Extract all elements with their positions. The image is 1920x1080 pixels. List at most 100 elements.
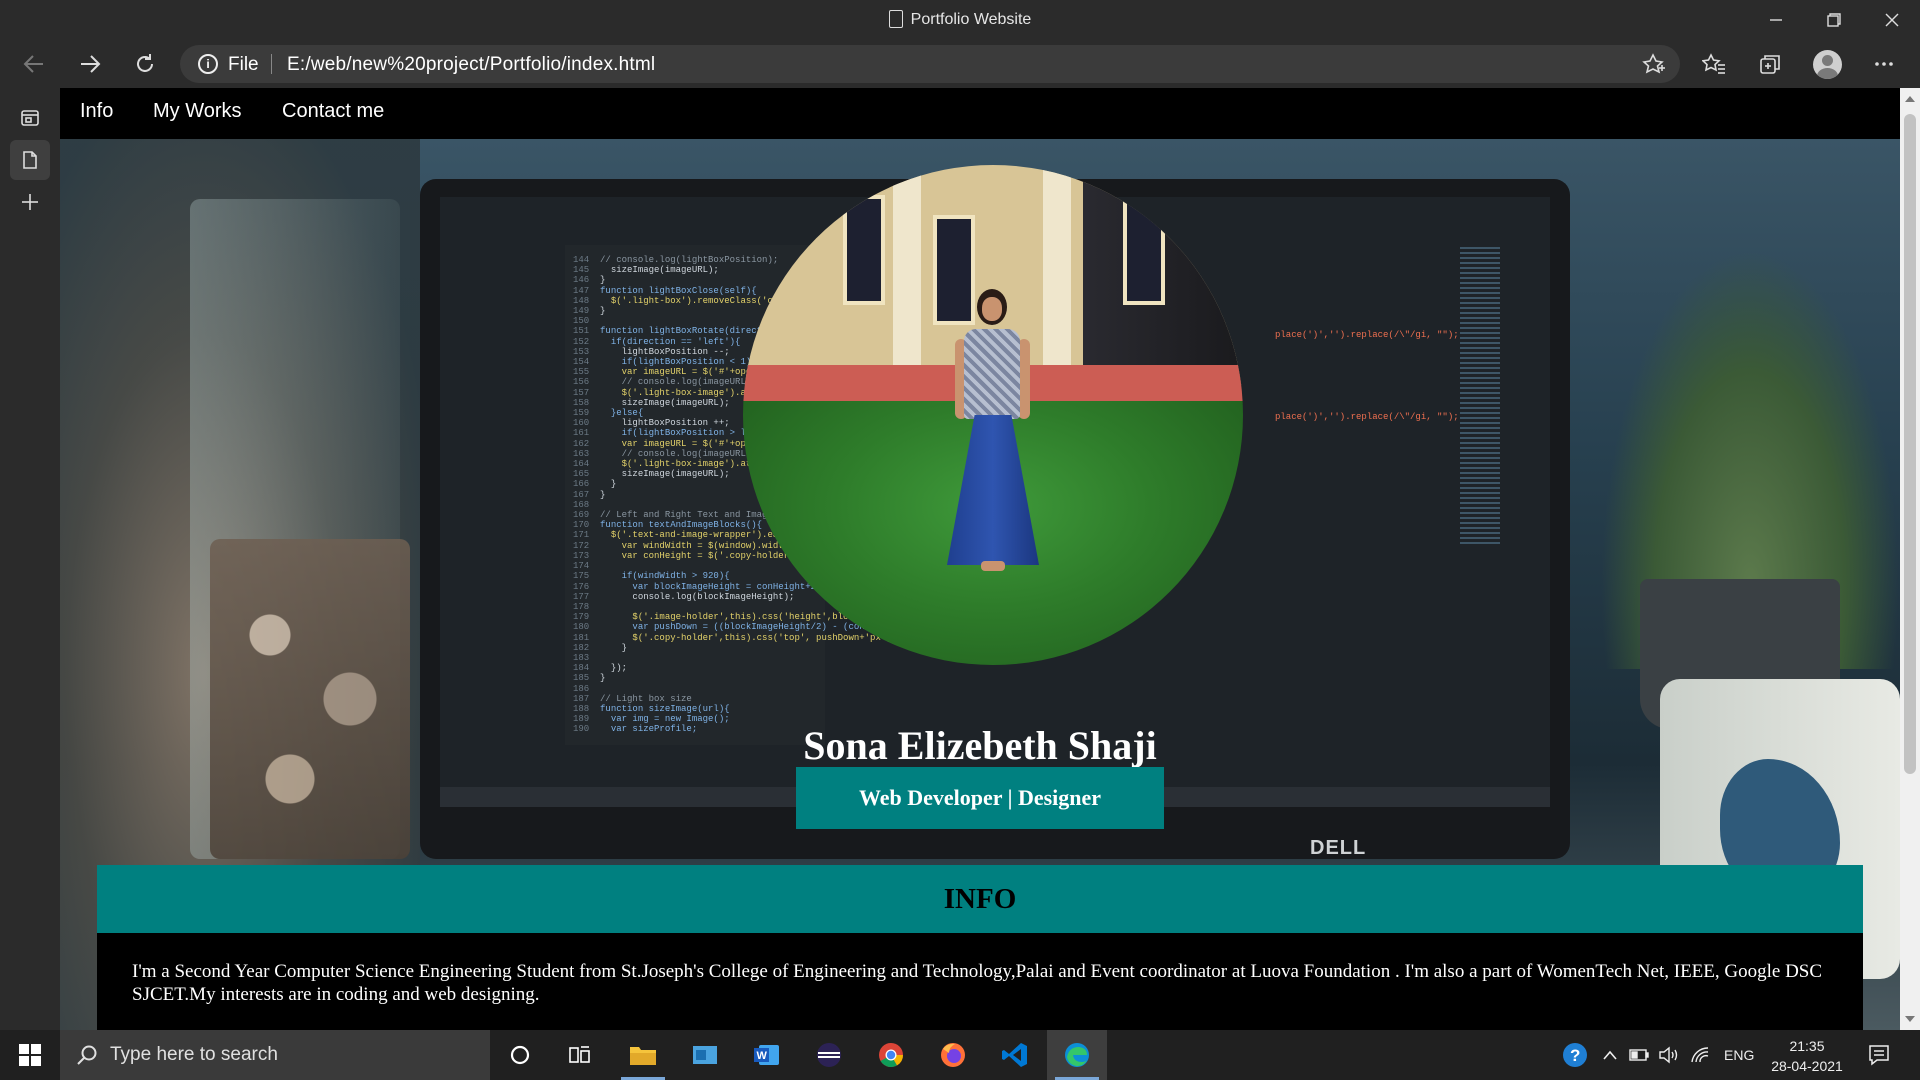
forward-button[interactable] xyxy=(70,44,110,84)
svg-text:?: ? xyxy=(1570,1046,1580,1065)
code-line-text: if(direction == 'left'){ xyxy=(600,336,741,347)
code-line-text: if(lightBoxPosition > li xyxy=(600,428,752,439)
scroll-down-icon[interactable] xyxy=(1905,1016,1915,1022)
new-tab-button[interactable] xyxy=(10,182,50,222)
collections-button[interactable] xyxy=(1750,44,1790,84)
code-line: 186 xyxy=(573,684,813,694)
refresh-button[interactable] xyxy=(125,44,165,84)
code-line-text: if(lightBoxPosition < 1){ xyxy=(600,357,757,368)
network-tray-icon[interactable] xyxy=(1690,1030,1712,1080)
document-icon xyxy=(23,151,37,169)
info-icon[interactable]: i xyxy=(198,54,218,74)
edge-icon xyxy=(1065,1043,1089,1067)
photo-pillar xyxy=(893,165,921,365)
code-line-number: 157 xyxy=(573,387,601,398)
cortana-button[interactable] xyxy=(490,1030,550,1080)
taskbar-search[interactable]: Type here to search xyxy=(60,1030,490,1080)
code-line-text: } xyxy=(600,306,606,317)
code-line-number: 150 xyxy=(573,316,601,327)
profile-photo xyxy=(743,165,1243,665)
taskbar-vscode[interactable] xyxy=(985,1030,1045,1080)
code-right-line: place(')','').replace(/\"/gi, ""); xyxy=(1275,412,1459,422)
profile-name: Sona Elizebeth Shaji xyxy=(803,723,1157,768)
code-line-number: 168 xyxy=(573,499,601,510)
photo-window xyxy=(1123,195,1165,305)
close-button[interactable] xyxy=(1864,0,1920,40)
volume-tray-icon[interactable] xyxy=(1658,1030,1680,1080)
site-nav: Info My Works Contact me xyxy=(60,88,1900,139)
action-center-button[interactable] xyxy=(1868,1030,1890,1080)
taskbar-edge[interactable] xyxy=(1047,1030,1107,1080)
code-line-text: } xyxy=(600,479,617,490)
restore-button[interactable] xyxy=(1806,0,1862,40)
address-bar[interactable]: i File E:/web/new%20project/Portfolio/in… xyxy=(180,45,1680,83)
nav-link-info[interactable]: Info xyxy=(80,100,113,123)
taskbar-chrome[interactable] xyxy=(861,1030,921,1080)
svg-text:W: W xyxy=(757,1050,768,1062)
start-button[interactable] xyxy=(0,1030,60,1080)
code-line-number: 153 xyxy=(573,346,601,357)
protocol-label: File xyxy=(228,54,259,75)
clock-time: 21:35 xyxy=(1789,1038,1825,1054)
volume-icon xyxy=(1659,1046,1678,1064)
taskbar-file-explorer[interactable] xyxy=(613,1030,673,1080)
code-line-text: $('.light-box-image').att xyxy=(600,459,757,470)
code-line-number: 148 xyxy=(573,295,601,306)
code-line-text: }else{ xyxy=(600,408,644,419)
minimize-button[interactable] xyxy=(1748,0,1804,40)
scroll-up-icon[interactable] xyxy=(1905,96,1915,102)
taskbar-eclipse[interactable] xyxy=(799,1030,859,1080)
taskbar-outlook[interactable] xyxy=(675,1030,735,1080)
taskbar-word[interactable]: W xyxy=(737,1030,797,1080)
code-line-number: 156 xyxy=(573,377,601,388)
window-title: Portfolio Website xyxy=(0,10,1920,29)
code-line-number: 173 xyxy=(573,550,601,561)
firefox-icon xyxy=(941,1043,965,1067)
restore-icon xyxy=(1827,13,1841,27)
tab-portfolio-website[interactable] xyxy=(10,140,50,180)
code-line-text: var imageURL = $('#'+open xyxy=(600,438,757,449)
code-line-text: // Light box size xyxy=(600,693,692,704)
code-line-number: 149 xyxy=(573,306,601,317)
code-line-text: var imageURL = $('#'+open xyxy=(600,367,757,378)
code-line-text: } xyxy=(600,673,606,684)
windows-logo-icon xyxy=(19,1044,41,1066)
scrollbar-thumb[interactable] xyxy=(1904,114,1916,774)
add-favorite-icon[interactable] xyxy=(1642,53,1666,75)
task-view-button[interactable] xyxy=(550,1030,610,1080)
code-line-number: 163 xyxy=(573,448,601,459)
photo-face xyxy=(982,297,1002,321)
taskbar-firefox[interactable] xyxy=(923,1030,983,1080)
back-button[interactable] xyxy=(14,44,54,84)
favorites-button[interactable] xyxy=(1694,44,1734,84)
background-stones xyxy=(210,539,410,859)
code-minimap xyxy=(1460,247,1500,547)
system-clock[interactable]: 21:35 28-04-2021 xyxy=(1762,1036,1852,1076)
battery-icon xyxy=(1629,1049,1649,1061)
nav-link-my-works[interactable]: My Works xyxy=(153,100,242,123)
battery-tray-icon[interactable] xyxy=(1629,1030,1649,1080)
code-line: 188 function sizeImage(url){ xyxy=(573,704,813,714)
code-line: 185 } xyxy=(573,673,813,683)
show-hidden-icons-button[interactable] xyxy=(1602,1030,1618,1080)
code-line-number: 155 xyxy=(573,367,601,378)
page-scrollbar[interactable] xyxy=(1900,88,1920,1030)
code-line-number: 145 xyxy=(573,265,601,276)
code-line-number: 175 xyxy=(573,571,601,582)
code-line-number: 171 xyxy=(573,530,601,541)
photo-top xyxy=(964,329,1020,419)
vscode-icon xyxy=(1002,1043,1027,1067)
tab-actions-button[interactable] xyxy=(10,98,50,138)
input-language[interactable]: ENG xyxy=(1724,1030,1754,1080)
code-line-number: 185 xyxy=(573,673,601,684)
url-text[interactable]: E:/web/new%20project/Portfolio/index.htm… xyxy=(287,54,655,76)
code-line-number: 161 xyxy=(573,428,601,439)
nav-link-contact-me[interactable]: Contact me xyxy=(282,100,384,123)
code-line-number: 144 xyxy=(573,255,601,265)
code-line-number: 170 xyxy=(573,520,601,531)
code-line-number: 154 xyxy=(573,357,601,368)
code-line-number: 172 xyxy=(573,540,601,551)
profile-avatar[interactable] xyxy=(1813,50,1842,79)
help-tray-icon[interactable]: ? xyxy=(1562,1030,1588,1080)
settings-menu-button[interactable] xyxy=(1864,44,1904,84)
